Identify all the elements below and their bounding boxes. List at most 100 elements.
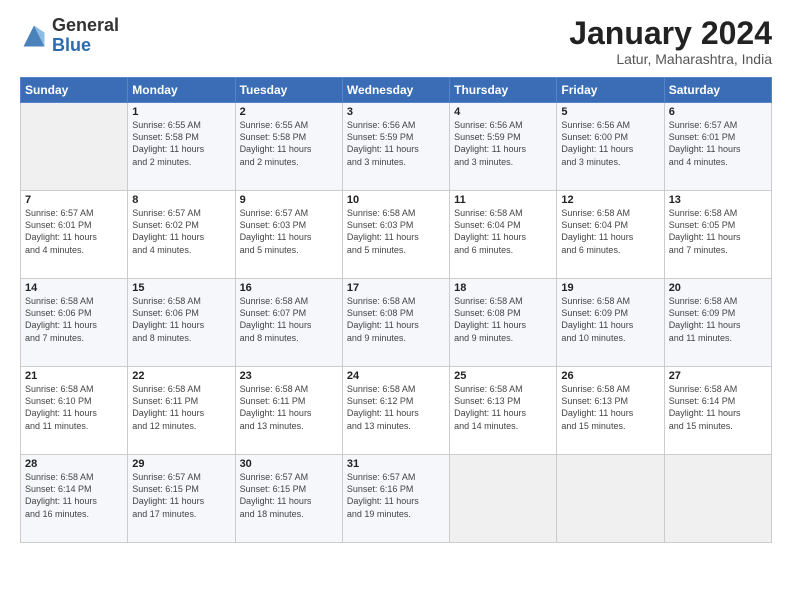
calendar-table: SundayMondayTuesdayWednesdayThursdayFrid…	[20, 77, 772, 543]
calendar-cell: 4Sunrise: 6:56 AM Sunset: 5:59 PM Daylig…	[450, 103, 557, 191]
calendar-cell: 29Sunrise: 6:57 AM Sunset: 6:15 PM Dayli…	[128, 455, 235, 543]
day-info: Sunrise: 6:58 AM Sunset: 6:04 PM Dayligh…	[454, 207, 552, 256]
day-of-week-saturday: Saturday	[664, 78, 771, 103]
calendar-cell: 11Sunrise: 6:58 AM Sunset: 6:04 PM Dayli…	[450, 191, 557, 279]
day-info: Sunrise: 6:57 AM Sunset: 6:03 PM Dayligh…	[240, 207, 338, 256]
page: General Blue January 2024 Latur, Maharas…	[0, 0, 792, 612]
calendar-cell: 23Sunrise: 6:58 AM Sunset: 6:11 PM Dayli…	[235, 367, 342, 455]
calendar-cell: 24Sunrise: 6:58 AM Sunset: 6:12 PM Dayli…	[342, 367, 449, 455]
calendar-header: SundayMondayTuesdayWednesdayThursdayFrid…	[21, 78, 772, 103]
day-info: Sunrise: 6:56 AM Sunset: 5:59 PM Dayligh…	[454, 119, 552, 168]
calendar-cell: 10Sunrise: 6:58 AM Sunset: 6:03 PM Dayli…	[342, 191, 449, 279]
day-number: 30	[240, 458, 338, 470]
day-info: Sunrise: 6:58 AM Sunset: 6:14 PM Dayligh…	[25, 471, 123, 520]
calendar-cell	[557, 455, 664, 543]
week-row-2: 7Sunrise: 6:57 AM Sunset: 6:01 PM Daylig…	[21, 191, 772, 279]
day-info: Sunrise: 6:58 AM Sunset: 6:10 PM Dayligh…	[25, 383, 123, 432]
day-info: Sunrise: 6:58 AM Sunset: 6:08 PM Dayligh…	[454, 295, 552, 344]
logo: General Blue	[20, 16, 119, 56]
header: General Blue January 2024 Latur, Maharas…	[20, 16, 772, 67]
day-number: 26	[561, 370, 659, 382]
day-number: 6	[669, 106, 767, 118]
calendar-cell: 14Sunrise: 6:58 AM Sunset: 6:06 PM Dayli…	[21, 279, 128, 367]
day-info: Sunrise: 6:56 AM Sunset: 5:59 PM Dayligh…	[347, 119, 445, 168]
calendar-cell: 19Sunrise: 6:58 AM Sunset: 6:09 PM Dayli…	[557, 279, 664, 367]
day-info: Sunrise: 6:58 AM Sunset: 6:04 PM Dayligh…	[561, 207, 659, 256]
day-info: Sunrise: 6:55 AM Sunset: 5:58 PM Dayligh…	[132, 119, 230, 168]
day-number: 17	[347, 282, 445, 294]
day-number: 14	[25, 282, 123, 294]
day-info: Sunrise: 6:58 AM Sunset: 6:12 PM Dayligh…	[347, 383, 445, 432]
day-info: Sunrise: 6:58 AM Sunset: 6:09 PM Dayligh…	[669, 295, 767, 344]
day-of-week-monday: Monday	[128, 78, 235, 103]
day-number: 15	[132, 282, 230, 294]
calendar-cell: 21Sunrise: 6:58 AM Sunset: 6:10 PM Dayli…	[21, 367, 128, 455]
month-title: January 2024	[569, 16, 772, 51]
day-number: 1	[132, 106, 230, 118]
day-info: Sunrise: 6:58 AM Sunset: 6:14 PM Dayligh…	[669, 383, 767, 432]
week-row-3: 14Sunrise: 6:58 AM Sunset: 6:06 PM Dayli…	[21, 279, 772, 367]
logo-blue: Blue	[52, 36, 119, 56]
day-info: Sunrise: 6:58 AM Sunset: 6:05 PM Dayligh…	[669, 207, 767, 256]
day-of-week-wednesday: Wednesday	[342, 78, 449, 103]
day-number: 28	[25, 458, 123, 470]
day-info: Sunrise: 6:57 AM Sunset: 6:15 PM Dayligh…	[240, 471, 338, 520]
day-info: Sunrise: 6:58 AM Sunset: 6:03 PM Dayligh…	[347, 207, 445, 256]
day-number: 13	[669, 194, 767, 206]
location: Latur, Maharashtra, India	[569, 51, 772, 67]
calendar-cell: 9Sunrise: 6:57 AM Sunset: 6:03 PM Daylig…	[235, 191, 342, 279]
day-number: 29	[132, 458, 230, 470]
day-of-week-thursday: Thursday	[450, 78, 557, 103]
day-info: Sunrise: 6:58 AM Sunset: 6:11 PM Dayligh…	[132, 383, 230, 432]
day-info: Sunrise: 6:57 AM Sunset: 6:01 PM Dayligh…	[669, 119, 767, 168]
day-info: Sunrise: 6:57 AM Sunset: 6:02 PM Dayligh…	[132, 207, 230, 256]
calendar-body: 1Sunrise: 6:55 AM Sunset: 5:58 PM Daylig…	[21, 103, 772, 543]
title-area: January 2024 Latur, Maharashtra, India	[569, 16, 772, 67]
calendar-cell: 13Sunrise: 6:58 AM Sunset: 6:05 PM Dayli…	[664, 191, 771, 279]
day-info: Sunrise: 6:57 AM Sunset: 6:15 PM Dayligh…	[132, 471, 230, 520]
day-info: Sunrise: 6:57 AM Sunset: 6:16 PM Dayligh…	[347, 471, 445, 520]
day-number: 3	[347, 106, 445, 118]
day-number: 10	[347, 194, 445, 206]
day-info: Sunrise: 6:57 AM Sunset: 6:01 PM Dayligh…	[25, 207, 123, 256]
logo-text: General Blue	[52, 16, 119, 56]
day-of-week-friday: Friday	[557, 78, 664, 103]
calendar-cell: 17Sunrise: 6:58 AM Sunset: 6:08 PM Dayli…	[342, 279, 449, 367]
week-row-4: 21Sunrise: 6:58 AM Sunset: 6:10 PM Dayli…	[21, 367, 772, 455]
day-number: 2	[240, 106, 338, 118]
days-of-week-row: SundayMondayTuesdayWednesdayThursdayFrid…	[21, 78, 772, 103]
day-number: 16	[240, 282, 338, 294]
day-info: Sunrise: 6:58 AM Sunset: 6:06 PM Dayligh…	[25, 295, 123, 344]
day-number: 7	[25, 194, 123, 206]
day-of-week-sunday: Sunday	[21, 78, 128, 103]
day-info: Sunrise: 6:58 AM Sunset: 6:13 PM Dayligh…	[454, 383, 552, 432]
calendar-cell: 30Sunrise: 6:57 AM Sunset: 6:15 PM Dayli…	[235, 455, 342, 543]
day-number: 22	[132, 370, 230, 382]
calendar-cell: 3Sunrise: 6:56 AM Sunset: 5:59 PM Daylig…	[342, 103, 449, 191]
calendar-cell	[21, 103, 128, 191]
day-info: Sunrise: 6:55 AM Sunset: 5:58 PM Dayligh…	[240, 119, 338, 168]
calendar-cell: 27Sunrise: 6:58 AM Sunset: 6:14 PM Dayli…	[664, 367, 771, 455]
calendar-cell: 5Sunrise: 6:56 AM Sunset: 6:00 PM Daylig…	[557, 103, 664, 191]
calendar-cell: 20Sunrise: 6:58 AM Sunset: 6:09 PM Dayli…	[664, 279, 771, 367]
calendar-cell: 22Sunrise: 6:58 AM Sunset: 6:11 PM Dayli…	[128, 367, 235, 455]
calendar-cell: 15Sunrise: 6:58 AM Sunset: 6:06 PM Dayli…	[128, 279, 235, 367]
day-info: Sunrise: 6:58 AM Sunset: 6:11 PM Dayligh…	[240, 383, 338, 432]
day-info: Sunrise: 6:56 AM Sunset: 6:00 PM Dayligh…	[561, 119, 659, 168]
day-number: 25	[454, 370, 552, 382]
day-number: 4	[454, 106, 552, 118]
day-number: 12	[561, 194, 659, 206]
day-number: 18	[454, 282, 552, 294]
calendar-cell: 16Sunrise: 6:58 AM Sunset: 6:07 PM Dayli…	[235, 279, 342, 367]
day-number: 19	[561, 282, 659, 294]
logo-general: General	[52, 16, 119, 36]
logo-icon	[20, 22, 48, 50]
calendar-cell: 2Sunrise: 6:55 AM Sunset: 5:58 PM Daylig…	[235, 103, 342, 191]
week-row-1: 1Sunrise: 6:55 AM Sunset: 5:58 PM Daylig…	[21, 103, 772, 191]
day-info: Sunrise: 6:58 AM Sunset: 6:06 PM Dayligh…	[132, 295, 230, 344]
calendar-cell: 6Sunrise: 6:57 AM Sunset: 6:01 PM Daylig…	[664, 103, 771, 191]
calendar-cell: 28Sunrise: 6:58 AM Sunset: 6:14 PM Dayli…	[21, 455, 128, 543]
day-info: Sunrise: 6:58 AM Sunset: 6:08 PM Dayligh…	[347, 295, 445, 344]
calendar-cell: 18Sunrise: 6:58 AM Sunset: 6:08 PM Dayli…	[450, 279, 557, 367]
day-number: 5	[561, 106, 659, 118]
